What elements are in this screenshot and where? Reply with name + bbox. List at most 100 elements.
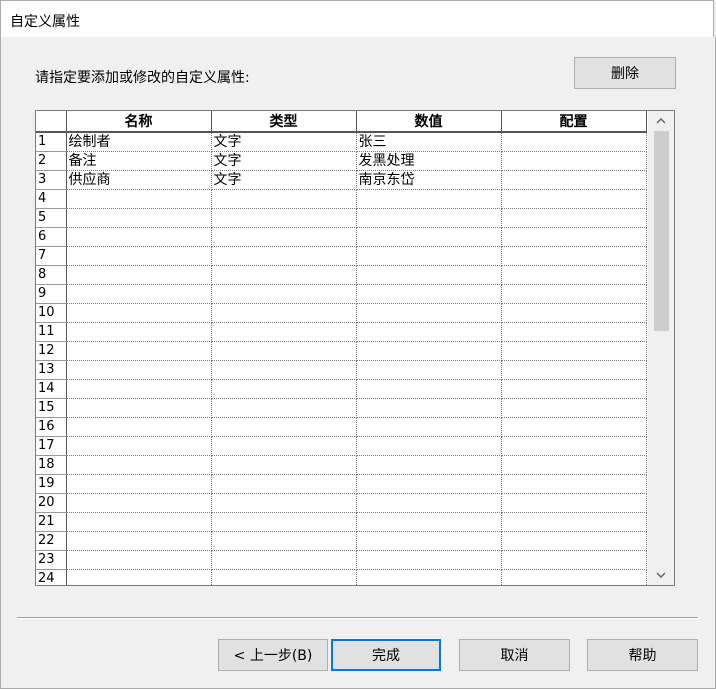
cell-value[interactable] — [356, 569, 502, 585]
row-number-cell[interactable]: 24 — [36, 569, 67, 585]
cell-type[interactable] — [211, 550, 357, 570]
cell-value[interactable] — [356, 550, 502, 570]
cell-config[interactable] — [501, 379, 647, 399]
cell-value[interactable] — [356, 474, 502, 494]
row-number-cell[interactable]: 12 — [36, 341, 67, 361]
table-row[interactable]: 14 — [36, 379, 647, 399]
cell-value[interactable] — [356, 341, 502, 361]
row-number-cell[interactable]: 9 — [36, 284, 67, 304]
column-header-type[interactable]: 类型 — [211, 111, 357, 133]
cell-name[interactable] — [66, 341, 212, 361]
table-row[interactable]: 3 供应商 文字 南京东岱 — [36, 170, 647, 190]
table-row[interactable]: 2 备注 文字 发黑处理 — [36, 151, 647, 171]
cell-value[interactable] — [356, 379, 502, 399]
cell-config[interactable] — [501, 341, 647, 361]
cell-name[interactable] — [66, 493, 212, 513]
cell-value[interactable] — [356, 360, 502, 380]
cell-name[interactable] — [66, 379, 212, 399]
row-number-cell[interactable]: 23 — [36, 550, 67, 570]
cell-type[interactable] — [211, 341, 357, 361]
cell-type[interactable]: 文字 — [211, 170, 357, 190]
cell-value[interactable]: 发黑处理 — [356, 151, 502, 171]
table-row[interactable]: 22 — [36, 531, 647, 551]
row-number-cell[interactable]: 14 — [36, 379, 67, 399]
row-number-cell[interactable]: 2 — [36, 151, 67, 171]
cell-value[interactable] — [356, 493, 502, 513]
scroll-thumb[interactable] — [654, 131, 669, 331]
row-number-cell[interactable]: 8 — [36, 265, 67, 285]
cell-type[interactable] — [211, 208, 357, 228]
cell-config[interactable] — [501, 265, 647, 285]
row-number-cell[interactable]: 7 — [36, 246, 67, 266]
cell-type[interactable] — [211, 474, 357, 494]
cell-config[interactable] — [501, 132, 647, 152]
cell-type[interactable] — [211, 227, 357, 247]
cell-value[interactable] — [356, 398, 502, 418]
cell-name[interactable]: 绘制者 — [66, 132, 212, 152]
delete-button[interactable]: 删除 — [574, 57, 676, 89]
cell-type[interactable] — [211, 265, 357, 285]
cell-name[interactable] — [66, 360, 212, 380]
table-row[interactable]: 15 — [36, 398, 647, 418]
cancel-button[interactable]: 取消 — [459, 639, 570, 671]
cell-value[interactable] — [356, 227, 502, 247]
table-row[interactable]: 7 — [36, 246, 647, 266]
row-number-cell[interactable]: 1 — [36, 132, 67, 152]
table-row[interactable]: 16 — [36, 417, 647, 437]
table-row[interactable]: 18 — [36, 455, 647, 475]
table-row[interactable]: 6 — [36, 227, 647, 247]
finish-button[interactable]: 完成 — [331, 639, 441, 671]
table-row[interactable]: 24 — [36, 569, 647, 585]
cell-type[interactable] — [211, 417, 357, 437]
cell-value[interactable] — [356, 322, 502, 342]
table-row[interactable]: 11 — [36, 322, 647, 342]
vertical-scrollbar[interactable] — [648, 111, 674, 585]
row-number-cell[interactable]: 6 — [36, 227, 67, 247]
cell-name[interactable] — [66, 455, 212, 475]
cell-config[interactable] — [501, 550, 647, 570]
cell-config[interactable] — [501, 208, 647, 228]
cell-value[interactable] — [356, 417, 502, 437]
table-row[interactable]: 13 — [36, 360, 647, 380]
table-row[interactable]: 10 — [36, 303, 647, 323]
row-number-cell[interactable]: 4 — [36, 189, 67, 209]
cell-type[interactable] — [211, 322, 357, 342]
cell-name[interactable]: 备注 — [66, 151, 212, 171]
row-number-cell[interactable]: 10 — [36, 303, 67, 323]
cell-config[interactable] — [501, 436, 647, 456]
cell-config[interactable] — [501, 531, 647, 551]
cell-name[interactable] — [66, 436, 212, 456]
cell-type[interactable] — [211, 569, 357, 585]
cell-type[interactable] — [211, 398, 357, 418]
cell-value[interactable]: 张三 — [356, 132, 502, 152]
cell-config[interactable] — [501, 417, 647, 437]
row-number-cell[interactable]: 18 — [36, 455, 67, 475]
cell-name[interactable] — [66, 569, 212, 585]
row-number-cell[interactable]: 15 — [36, 398, 67, 418]
cell-name[interactable] — [66, 303, 212, 323]
cell-config[interactable] — [501, 151, 647, 171]
cell-value[interactable] — [356, 265, 502, 285]
cell-name[interactable] — [66, 208, 212, 228]
cell-type[interactable] — [211, 360, 357, 380]
cell-type[interactable] — [211, 512, 357, 532]
row-number-cell[interactable]: 19 — [36, 474, 67, 494]
cell-value[interactable] — [356, 284, 502, 304]
cell-config[interactable] — [501, 170, 647, 190]
scroll-down-button[interactable] — [648, 565, 674, 585]
cell-value[interactable] — [356, 512, 502, 532]
row-number-cell[interactable]: 13 — [36, 360, 67, 380]
table-row[interactable]: 17 — [36, 436, 647, 456]
cell-type[interactable]: 文字 — [211, 132, 357, 152]
cell-type[interactable] — [211, 284, 357, 304]
row-number-cell[interactable]: 17 — [36, 436, 67, 456]
cell-name[interactable] — [66, 322, 212, 342]
cell-config[interactable] — [501, 189, 647, 209]
cell-name[interactable] — [66, 227, 212, 247]
cell-value[interactable] — [356, 189, 502, 209]
cell-name[interactable] — [66, 284, 212, 304]
cell-type[interactable] — [211, 455, 357, 475]
cell-value[interactable] — [356, 246, 502, 266]
help-button[interactable]: 帮助 — [587, 639, 698, 671]
cell-config[interactable] — [501, 227, 647, 247]
